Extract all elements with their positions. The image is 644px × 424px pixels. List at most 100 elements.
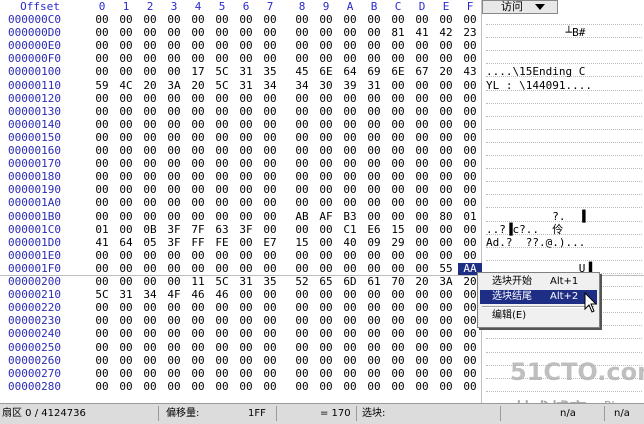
hex-byte[interactable]: 00	[114, 14, 138, 26]
hex-byte[interactable]: 00	[234, 118, 258, 131]
hex-byte[interactable]: 45	[290, 66, 314, 78]
hex-byte[interactable]: 00	[186, 40, 210, 52]
hex-byte[interactable]: 00	[338, 171, 362, 183]
hex-byte[interactable]: 00	[234, 380, 258, 393]
hex-byte[interactable]: 00	[90, 315, 114, 327]
hex-byte[interactable]: 00	[434, 14, 458, 26]
hex-byte[interactable]: 00	[258, 210, 282, 223]
hex-byte[interactable]: 00	[138, 197, 162, 209]
hex-byte[interactable]: 3F	[162, 236, 186, 249]
hex-byte[interactable]: 00	[290, 53, 314, 65]
ascii-text[interactable]: ....\15Ending C	[486, 66, 642, 78]
hex-byte[interactable]: 00	[258, 171, 282, 183]
hex-byte[interactable]: 00	[210, 302, 234, 314]
hex-byte[interactable]: 00	[338, 158, 362, 170]
hex-byte[interactable]: 41	[410, 27, 434, 39]
hex-byte[interactable]: 00	[290, 184, 314, 196]
hex-byte[interactable]: 00	[386, 328, 410, 340]
hex-byte[interactable]: 00	[90, 105, 114, 118]
hex-byte[interactable]: 00	[410, 289, 434, 301]
hex-byte[interactable]: 00	[410, 14, 434, 26]
hex-byte[interactable]: 00	[114, 184, 138, 196]
hex-byte[interactable]: 00	[386, 354, 410, 367]
hex-byte[interactable]: 00	[114, 40, 138, 52]
hex-byte[interactable]: 00	[114, 354, 138, 367]
hex-byte[interactable]: 00	[138, 210, 162, 223]
hex-byte[interactable]: 00	[186, 158, 210, 170]
hex-byte[interactable]: 00	[90, 276, 114, 288]
hex-byte[interactable]: 00	[210, 197, 234, 209]
hex-byte[interactable]: 11	[186, 276, 210, 288]
hex-byte[interactable]: 00	[138, 315, 162, 327]
hex-byte[interactable]: 00	[434, 118, 458, 131]
hex-byte[interactable]: 80	[434, 210, 458, 223]
hex-byte[interactable]: 00	[138, 171, 162, 183]
hex-byte[interactable]: 00	[362, 184, 386, 196]
hex-byte[interactable]: 00	[90, 210, 114, 223]
hex-byte[interactable]: 00	[210, 131, 234, 144]
hex-byte[interactable]: 00	[434, 367, 458, 380]
hex-byte[interactable]: 00	[362, 315, 386, 327]
hex-byte[interactable]: 00	[138, 40, 162, 52]
hex-byte[interactable]: 00	[386, 92, 410, 105]
hex-byte[interactable]: 00	[138, 27, 162, 39]
hex-byte[interactable]: 00	[362, 27, 386, 39]
hex-byte[interactable]: 00	[90, 40, 114, 52]
hex-byte[interactable]: 00	[138, 105, 162, 118]
hex-byte[interactable]: 3F	[234, 223, 258, 236]
hex-byte[interactable]: 00	[314, 315, 338, 327]
hex-byte[interactable]: 00	[458, 354, 482, 367]
hex-byte[interactable]: 00	[362, 92, 386, 105]
hex-byte[interactable]: 00	[114, 92, 138, 105]
hex-byte[interactable]: 00	[290, 262, 314, 275]
hex-byte[interactable]: 00	[90, 171, 114, 183]
hex-byte[interactable]: 00	[114, 171, 138, 183]
hex-byte[interactable]: 00	[290, 197, 314, 209]
hex-byte[interactable]: 00	[234, 328, 258, 340]
hex-byte[interactable]: 5C	[90, 289, 114, 301]
hex-byte[interactable]: 00	[410, 79, 434, 92]
hex-byte[interactable]: 00	[362, 302, 386, 314]
hex-byte[interactable]: 00	[434, 315, 458, 327]
hex-byte[interactable]: 41	[90, 236, 114, 249]
hex-byte[interactable]: 00	[410, 105, 434, 118]
hex-byte[interactable]: 00	[258, 354, 282, 367]
hex-byte[interactable]: 00	[186, 171, 210, 183]
hex-byte[interactable]: 00	[114, 328, 138, 340]
hex-byte[interactable]: 00	[290, 131, 314, 144]
hex-byte[interactable]: 00	[234, 367, 258, 380]
hex-byte[interactable]: 00	[314, 53, 338, 65]
hex-byte[interactable]: 00	[290, 223, 314, 236]
hex-byte[interactable]: 00	[186, 53, 210, 65]
hex-byte[interactable]: 00	[386, 145, 410, 157]
hex-byte[interactable]: 00	[410, 249, 434, 262]
hex-byte[interactable]: 00	[290, 158, 314, 170]
hex-byte[interactable]: 00	[234, 210, 258, 223]
hex-byte[interactable]: 00	[210, 105, 234, 118]
hex-byte[interactable]: 00	[338, 53, 362, 65]
hex-byte[interactable]: 00	[186, 105, 210, 118]
ascii-text[interactable]: YL : \144091....	[486, 79, 642, 92]
hex-byte[interactable]: 00	[458, 40, 482, 52]
hex-byte[interactable]: 00	[258, 158, 282, 170]
hex-byte[interactable]: 3A	[434, 276, 458, 288]
hex-byte[interactable]: 00	[234, 158, 258, 170]
hex-byte[interactable]: 00	[234, 302, 258, 314]
hex-byte[interactable]: 00	[234, 289, 258, 301]
hex-byte[interactable]: 00	[186, 380, 210, 393]
hex-byte[interactable]: 00	[362, 118, 386, 131]
hex-byte[interactable]: 00	[386, 105, 410, 118]
hex-byte[interactable]: 00	[210, 158, 234, 170]
hex-byte[interactable]: 00	[458, 105, 482, 118]
hex-byte[interactable]: 0B	[138, 223, 162, 236]
hex-byte[interactable]: 00	[434, 171, 458, 183]
hex-byte[interactable]: 00	[162, 315, 186, 327]
hex-byte[interactable]: 00	[410, 53, 434, 65]
hex-byte[interactable]: 00	[362, 197, 386, 209]
hex-byte[interactable]: 00	[114, 249, 138, 262]
hex-byte[interactable]: 00	[410, 367, 434, 380]
hex-byte[interactable]: 35	[258, 66, 282, 78]
hex-byte[interactable]: 00	[138, 158, 162, 170]
hex-byte[interactable]: 00	[234, 40, 258, 52]
menu-item-edit[interactable]: 编辑(E)	[480, 309, 597, 323]
